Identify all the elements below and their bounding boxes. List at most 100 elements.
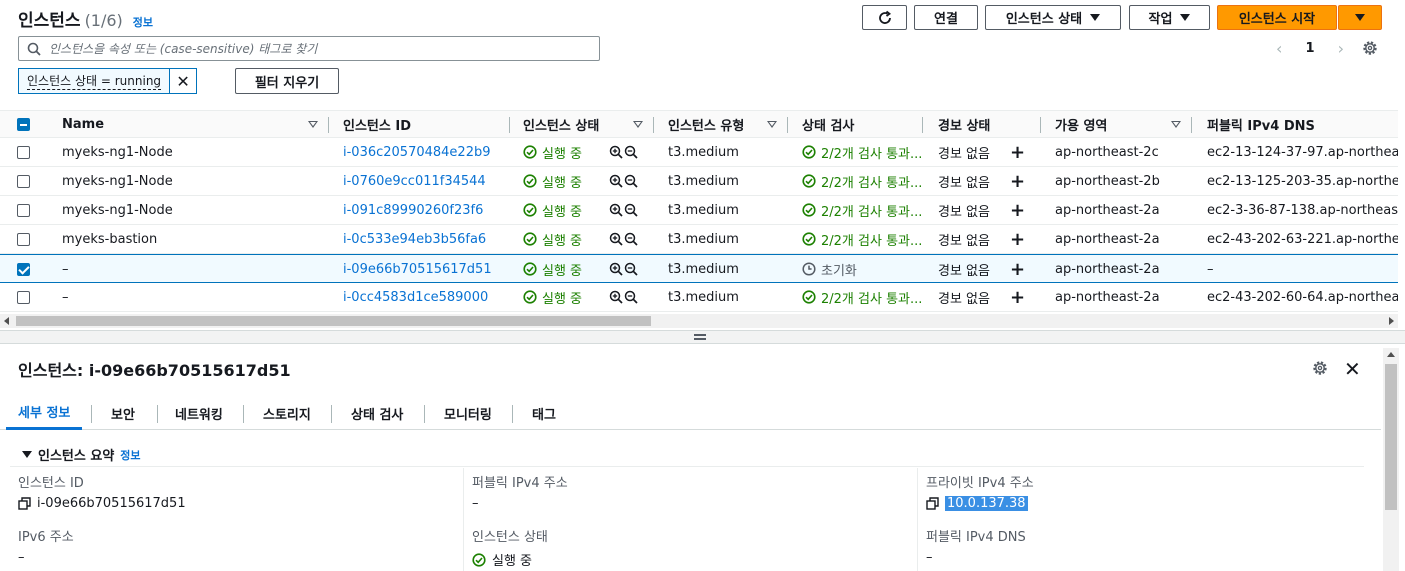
close-icon[interactable]: ✕	[1344, 357, 1361, 381]
scroll-right-icon[interactable]	[1389, 317, 1394, 325]
zoom-out-icon[interactable]	[624, 145, 638, 159]
row-checkbox[interactable]	[17, 262, 30, 276]
instance-id-link[interactable]: i-0760e9cc011f34544	[343, 167, 507, 195]
zoom-out-icon[interactable]	[624, 232, 638, 246]
col-header-availability-zone[interactable]: 가용 영역	[1055, 111, 1189, 138]
filter-token-label[interactable]: 인스턴스 상태 = running	[19, 69, 171, 93]
cell-name: –	[62, 289, 69, 305]
row-checkbox[interactable]	[17, 203, 30, 217]
scroll-thumb[interactable]	[16, 316, 651, 326]
row-checkbox[interactable]	[17, 232, 30, 246]
cell-status-check[interactable]: 2/2개 검사 통과...	[802, 196, 922, 224]
zoom-in-icon[interactable]	[609, 145, 623, 159]
add-alarm-icon[interactable]: +	[1010, 196, 1030, 224]
add-alarm-icon[interactable]: +	[1010, 167, 1030, 195]
scroll-up-icon[interactable]	[1387, 352, 1395, 357]
current-page[interactable]: 1	[1305, 41, 1314, 56]
horizontal-scrollbar[interactable]	[0, 314, 1398, 328]
table-row[interactable]: – i-0cc4583d1ce589000 실행 중 t3.medium 2/2개 검사…	[0, 283, 1398, 312]
info-link[interactable]: 정보	[133, 14, 153, 30]
row-checkbox[interactable]	[17, 174, 30, 188]
detail-tabs: 세부 정보 보안 네트워킹 스토리지 상태 검사 모니터링 태그	[0, 396, 1381, 430]
drag-handle-icon[interactable]	[694, 334, 706, 340]
col-header-public-dns[interactable]: 퍼블릭 IPv4 DNS	[1207, 111, 1398, 138]
zoom-in-icon[interactable]	[609, 203, 623, 217]
table-row[interactable]: – i-09e66b70515617d51 실행 중 t3.medium 초기화 경보 없…	[0, 254, 1398, 283]
cell-status-check[interactable]: 초기화	[802, 255, 922, 283]
tab-details[interactable]: 세부 정보	[6, 396, 83, 430]
tab-networking[interactable]: 네트워킹	[175, 396, 223, 430]
search-input[interactable]	[49, 41, 579, 56]
gear-icon[interactable]	[1311, 359, 1329, 377]
private-ip-value: 10.0.137.38	[945, 496, 1028, 511]
instance-id-link[interactable]: i-091c89990260f23f6	[343, 196, 507, 224]
tab-tags[interactable]: 태그	[532, 396, 556, 430]
copy-icon[interactable]	[926, 497, 939, 510]
zoom-in-icon[interactable]	[609, 262, 623, 276]
instance-id-link[interactable]: i-0cc4583d1ce589000	[343, 283, 507, 311]
instances-table: Name 인스턴스 ID 인스턴스 상태 인스턴스 유형 상태 검사 경보 상태…	[0, 110, 1398, 312]
select-all-checkbox[interactable]	[17, 118, 30, 131]
cell-status-check[interactable]: 2/2개 검사 통과...	[802, 283, 922, 311]
panel-resize-handle[interactable]	[0, 330, 1405, 344]
zoom-out-icon[interactable]	[624, 174, 638, 188]
add-alarm-icon[interactable]: +	[1010, 138, 1030, 166]
gear-icon[interactable]	[1361, 39, 1379, 57]
cell-az: ap-northeast-2a	[1055, 261, 1160, 277]
zoom-out-icon[interactable]	[624, 290, 638, 304]
cell-status-check[interactable]: 2/2개 검사 통과...	[802, 225, 922, 253]
cell-type: t3.medium	[668, 289, 739, 305]
clear-filters-button[interactable]: 필터 지우기	[235, 68, 339, 94]
add-alarm-icon[interactable]: +	[1010, 255, 1030, 283]
zoom-in-icon[interactable]	[609, 232, 623, 246]
zoom-in-icon[interactable]	[609, 290, 623, 304]
zoom-out-icon[interactable]	[624, 262, 638, 276]
col-header-instance-state[interactable]: 인스턴스 상태	[523, 111, 651, 138]
ipv6-value: –	[18, 550, 25, 565]
connect-button[interactable]: 연결	[914, 5, 978, 30]
cell-state: 실행 중	[523, 167, 605, 195]
zoom-out-icon[interactable]	[624, 203, 638, 217]
check-circle-icon	[523, 174, 537, 188]
instance-summary-header[interactable]: 인스턴스 요약 정보	[22, 445, 141, 464]
cell-az: ap-northeast-2c	[1055, 144, 1159, 160]
tab-storage[interactable]: 스토리지	[263, 396, 311, 430]
instance-id-link[interactable]: i-036c20570484e22b9	[343, 138, 507, 166]
remove-filter-icon[interactable]: ✕	[170, 69, 196, 93]
copy-icon[interactable]	[18, 497, 31, 510]
instance-state-dropdown[interactable]: 인스턴스 상태	[985, 5, 1121, 30]
col-header-alarm-status[interactable]: 경보 상태	[938, 111, 1038, 138]
cell-public-dns: –	[1207, 261, 1214, 277]
col-header-name[interactable]: Name	[62, 111, 326, 138]
zoom-in-icon[interactable]	[609, 174, 623, 188]
tab-status-checks[interactable]: 상태 검사	[351, 396, 403, 430]
col-header-instance-id[interactable]: 인스턴스 ID	[343, 111, 507, 138]
table-row[interactable]: myeks-bastion i-0c533e94eb3b56fa6 실행 중 t3.m…	[0, 225, 1398, 254]
table-row[interactable]: myeks-ng1-Node i-036c20570484e22b9 실행 중 t3.…	[0, 138, 1398, 167]
prev-page-icon[interactable]: ‹	[1276, 39, 1282, 58]
table-row[interactable]: myeks-ng1-Node i-091c89990260f23f6 실행 중 t3.…	[0, 196, 1398, 225]
add-alarm-icon[interactable]: +	[1010, 225, 1030, 253]
launch-instances-button[interactable]: 인스턴스 시작	[1217, 5, 1337, 30]
info-link[interactable]: 정보	[120, 447, 140, 463]
next-page-icon[interactable]: ›	[1338, 39, 1344, 58]
instance-id-link[interactable]: i-0c533e94eb3b56fa6	[343, 225, 507, 253]
check-circle-icon	[523, 203, 537, 217]
add-alarm-icon[interactable]: +	[1010, 283, 1030, 311]
instance-id-link[interactable]: i-09e66b70515617d51	[343, 255, 507, 283]
col-header-status-check[interactable]: 상태 검사	[802, 111, 920, 138]
refresh-button[interactable]	[862, 5, 907, 30]
cell-status-check[interactable]: 2/2개 검사 통과...	[802, 138, 922, 166]
col-header-instance-type[interactable]: 인스턴스 유형	[668, 111, 785, 138]
scroll-thumb[interactable]	[1385, 364, 1397, 510]
tab-security[interactable]: 보안	[111, 396, 135, 430]
vertical-scrollbar[interactable]	[1383, 348, 1399, 571]
launch-options-dropdown[interactable]	[1338, 5, 1382, 30]
table-row[interactable]: myeks-ng1-Node i-0760e9cc011f34544 실행 중 t3.…	[0, 167, 1398, 196]
actions-dropdown[interactable]: 작업	[1129, 5, 1210, 30]
row-checkbox[interactable]	[17, 145, 30, 159]
tab-monitoring[interactable]: 모니터링	[444, 396, 492, 430]
scroll-left-icon[interactable]	[4, 317, 9, 325]
row-checkbox[interactable]	[17, 290, 30, 304]
cell-status-check[interactable]: 2/2개 검사 통과...	[802, 167, 922, 195]
